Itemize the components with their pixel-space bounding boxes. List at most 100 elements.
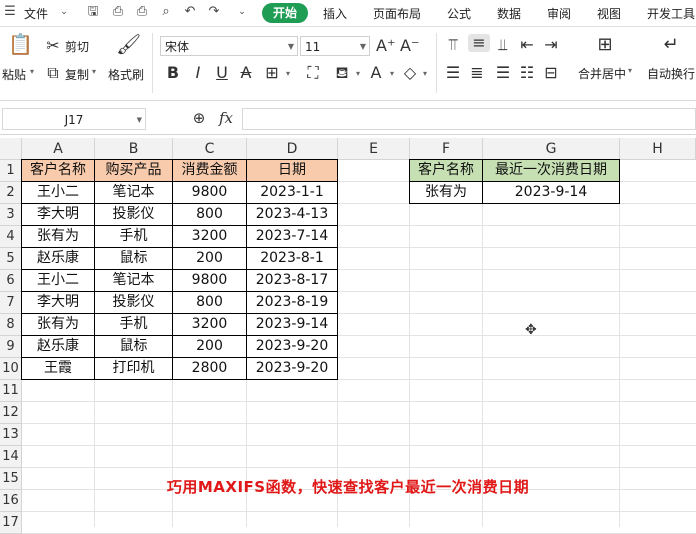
- clear-format-dropdown-icon[interactable]: ▾: [420, 65, 430, 83]
- column-header-e[interactable]: E: [338, 138, 410, 160]
- table1-data-cell[interactable]: 2023-7-14: [247, 226, 338, 248]
- table1-data-cell[interactable]: 赵乐康: [21, 336, 95, 358]
- cut-icon[interactable]: ✂: [45, 37, 61, 55]
- row-header-12[interactable]: 12: [0, 402, 22, 424]
- distributed-align-icon[interactable]: ⊟: [542, 64, 560, 82]
- row-header-6[interactable]: 6: [0, 270, 22, 292]
- table1-data-cell[interactable]: 3200: [173, 314, 247, 336]
- column-header-a[interactable]: A: [22, 138, 95, 160]
- quick-access-more-icon[interactable]: ⌄: [234, 4, 250, 20]
- merge-center-button[interactable]: 合并居中: [578, 65, 626, 82]
- name-box[interactable]: J17 ▼: [2, 108, 146, 130]
- tab-view[interactable]: 视图: [597, 5, 621, 22]
- wrap-text-button[interactable]: 自动换行: [647, 65, 695, 82]
- table1-data-cell[interactable]: 2023-9-20: [247, 358, 338, 380]
- table1-data-cell[interactable]: 笔记本: [95, 182, 173, 204]
- decrease-indent-icon[interactable]: ⇤: [518, 36, 536, 54]
- row-header-9[interactable]: 9: [0, 336, 22, 358]
- align-middle-icon[interactable]: ≡: [468, 34, 490, 52]
- table2-data-cell[interactable]: 2023-9-14: [483, 182, 620, 204]
- row-header-17[interactable]: 17: [0, 512, 22, 534]
- print-icon[interactable]: ⎙: [134, 4, 150, 20]
- spreadsheet-grid[interactable]: ABCDEFGH 1 2 3 4 5 6 7 8 9 10 11 12 13 14 15 16 17 客户名称购…: [0, 138, 696, 534]
- bold-icon[interactable]: B: [165, 64, 181, 82]
- cut-button[interactable]: 剪切: [65, 38, 89, 55]
- tab-data[interactable]: 数据: [497, 5, 521, 22]
- table1-data-cell[interactable]: 投影仪: [95, 204, 173, 226]
- align-bottom-icon[interactable]: ⫫: [494, 36, 512, 54]
- row-header-1[interactable]: 1: [0, 160, 22, 182]
- row-header-7[interactable]: 7: [0, 292, 22, 314]
- table1-data-cell[interactable]: 王小二: [21, 270, 95, 292]
- table1-header-cell[interactable]: 消费金额: [173, 159, 247, 182]
- tab-insert[interactable]: 插入: [323, 5, 347, 22]
- column-header-h[interactable]: H: [620, 138, 696, 160]
- tab-developer[interactable]: 开发工具: [647, 5, 695, 22]
- table1-data-cell[interactable]: 赵乐康: [21, 248, 95, 270]
- row-header-2[interactable]: 2: [0, 182, 22, 204]
- table1-data-cell[interactable]: 王小二: [21, 182, 95, 204]
- table1-data-cell[interactable]: 张有为: [21, 314, 95, 336]
- table1-header-cell[interactable]: 客户名称: [21, 159, 95, 182]
- fx-icon[interactable]: fx: [216, 109, 236, 127]
- align-right-icon[interactable]: ☰: [494, 64, 512, 82]
- tab-home[interactable]: 开始: [262, 3, 308, 23]
- table1-data-cell[interactable]: 手机: [95, 226, 173, 248]
- merge-dropdown-icon[interactable]: ▾: [628, 66, 632, 75]
- tab-page-layout[interactable]: 页面布局: [373, 5, 421, 22]
- row-header-11[interactable]: 11: [0, 380, 22, 402]
- row-header-5[interactable]: 5: [0, 248, 22, 270]
- file-menu-chevron-icon[interactable]: ⌄: [56, 4, 72, 20]
- table1-data-cell[interactable]: 李大明: [21, 204, 95, 226]
- column-header-b[interactable]: B: [95, 138, 173, 160]
- merge-center-icon[interactable]: ⊞: [594, 36, 616, 54]
- wrap-text-icon[interactable]: ↵: [660, 36, 682, 54]
- table1-data-cell[interactable]: 200: [173, 248, 247, 270]
- row-header-4[interactable]: 4: [0, 226, 22, 248]
- table1-data-cell[interactable]: 800: [173, 292, 247, 314]
- borders-dropdown-icon[interactable]: ▾: [283, 65, 293, 83]
- paste-dropdown-icon[interactable]: ▾: [30, 67, 34, 76]
- column-header-c[interactable]: C: [173, 138, 247, 160]
- font-name-select[interactable]: 宋体 ▼: [160, 36, 298, 56]
- table1-data-cell[interactable]: 9800: [173, 270, 247, 292]
- table1-data-cell[interactable]: 200: [173, 336, 247, 358]
- align-top-icon[interactable]: ⫪: [444, 36, 462, 54]
- zoom-formula-icon[interactable]: ⊕: [190, 109, 208, 127]
- underline-icon[interactable]: U: [214, 64, 230, 82]
- increase-font-icon[interactable]: A⁺: [376, 37, 395, 55]
- copy-button[interactable]: 复制: [65, 66, 89, 83]
- table1-data-cell[interactable]: 2023-1-1: [247, 182, 338, 204]
- row-header-13[interactable]: 13: [0, 424, 22, 446]
- table2-header-cell[interactable]: 客户名称: [409, 159, 483, 182]
- column-header-d[interactable]: D: [247, 138, 338, 160]
- redo-icon[interactable]: ↷: [206, 4, 222, 20]
- table1-data-cell[interactable]: 投影仪: [95, 292, 173, 314]
- table2-data-cell[interactable]: 张有为: [409, 182, 483, 204]
- table1-data-cell[interactable]: 打印机: [95, 358, 173, 380]
- table1-data-cell[interactable]: 2023-4-13: [247, 204, 338, 226]
- fill-color-dropdown-icon[interactable]: ▾: [353, 65, 363, 83]
- export-icon[interactable]: ⎙: [110, 4, 126, 20]
- clear-format-icon[interactable]: ◇: [401, 64, 419, 82]
- column-header-f[interactable]: F: [410, 138, 483, 160]
- file-menu[interactable]: 文件: [24, 5, 48, 22]
- save-icon[interactable]: 🖫: [85, 4, 101, 20]
- table1-data-cell[interactable]: 2800: [173, 358, 247, 380]
- formula-input[interactable]: [242, 108, 696, 130]
- table1-data-cell[interactable]: 2023-9-20: [247, 336, 338, 358]
- table1-data-cell[interactable]: 鼠标: [95, 248, 173, 270]
- table1-data-cell[interactable]: 9800: [173, 182, 247, 204]
- table1-data-cell[interactable]: 王霞: [21, 358, 95, 380]
- justify-icon[interactable]: ☷: [518, 64, 536, 82]
- strikethrough-icon[interactable]: A: [238, 64, 254, 82]
- borders-icon[interactable]: ⊞: [263, 64, 281, 82]
- table1-data-cell[interactable]: 3200: [173, 226, 247, 248]
- table1-data-cell[interactable]: 李大明: [21, 292, 95, 314]
- font-color-icon[interactable]: A: [367, 64, 385, 82]
- table1-data-cell[interactable]: 2023-8-19: [247, 292, 338, 314]
- font-color-dropdown-icon[interactable]: ▾: [387, 65, 397, 83]
- copy-dropdown-icon[interactable]: ▾: [92, 67, 96, 76]
- table2-header-cell[interactable]: 最近一次消费日期: [483, 159, 620, 182]
- table1-data-cell[interactable]: 2023-8-1: [247, 248, 338, 270]
